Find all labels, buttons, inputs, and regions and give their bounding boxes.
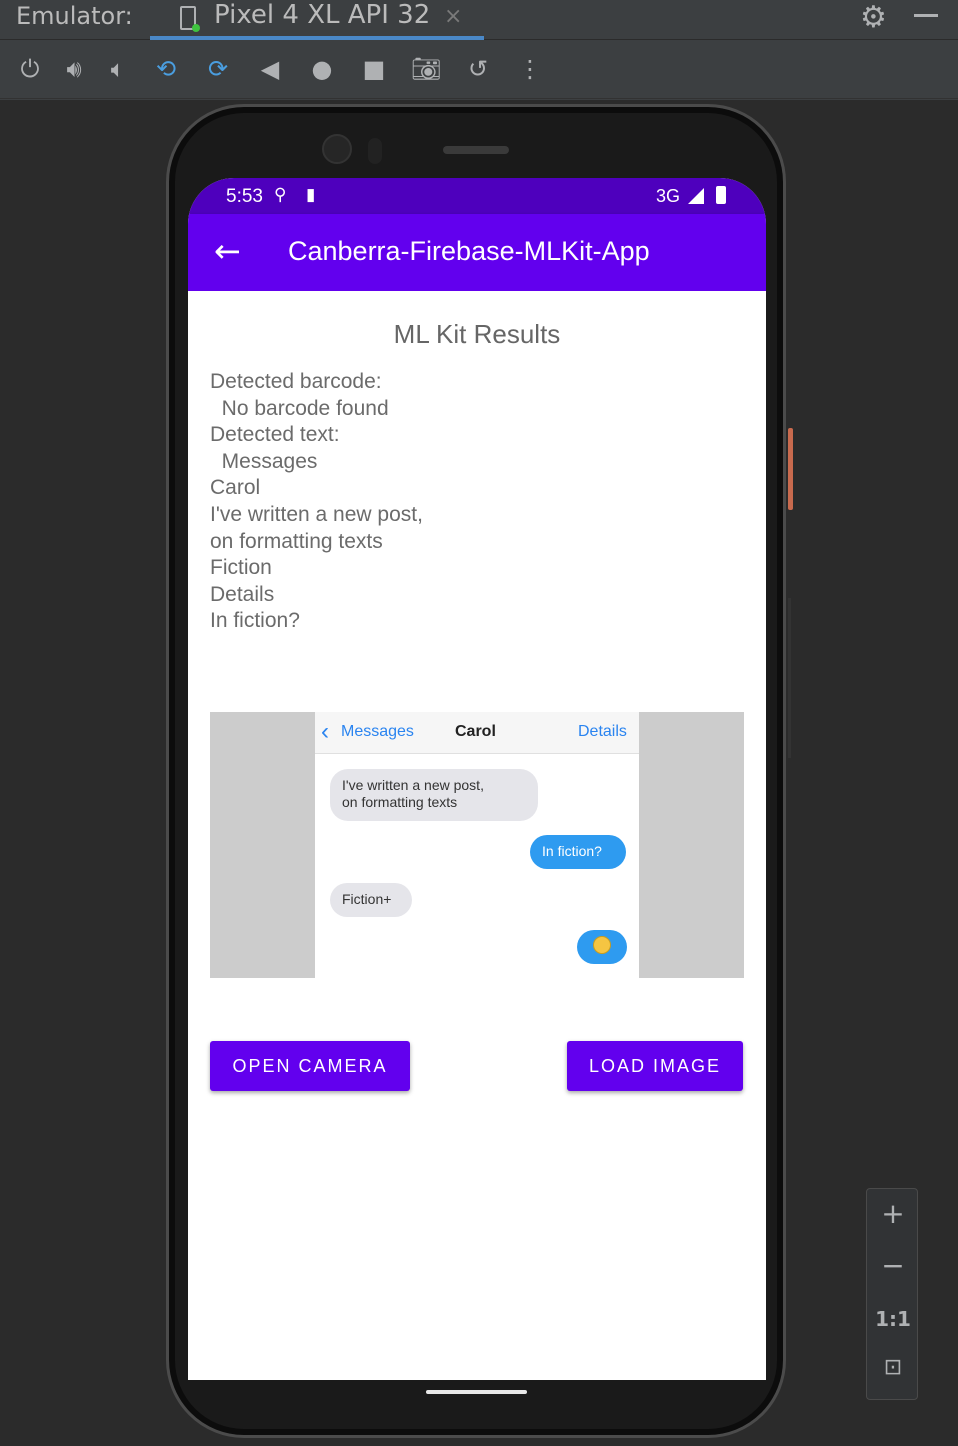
chevron-left-icon: ‹ bbox=[321, 718, 329, 745]
chat-details-label: Details bbox=[578, 723, 627, 740]
zoom-controls: + − 1:1 ⊡ bbox=[866, 1188, 918, 1400]
chat-header: ‹ Messages Carol Details bbox=[315, 712, 639, 754]
volume-down-icon[interactable]: 🔈︎ bbox=[102, 51, 134, 87]
home-icon[interactable]: ● bbox=[306, 51, 338, 87]
power-icon[interactable]: ⏻ bbox=[14, 51, 46, 87]
status-time: 5:53 bbox=[226, 186, 263, 207]
rotate-right-icon[interactable]: ⟳ bbox=[202, 51, 234, 87]
running-indicator bbox=[192, 24, 200, 32]
sd-card-icon: ▮ bbox=[306, 185, 316, 204]
volume-up-icon[interactable]: 🔊︎ bbox=[58, 51, 90, 87]
gear-icon[interactable]: ⚙ bbox=[860, 0, 887, 35]
zoom-in-button[interactable]: + bbox=[867, 1197, 919, 1230]
emulator-toolbar: ⏻ 🔊︎ 🔈︎ ⟲ ⟳ ◀ ● ■ 📷︎ ↺ ⋮ bbox=[0, 41, 958, 99]
chat-bubble: Fiction+ bbox=[330, 883, 412, 917]
smiley-icon bbox=[593, 936, 611, 954]
notification-icon: ⚲ bbox=[274, 185, 287, 204]
back-arrow-icon[interactable]: ← bbox=[214, 232, 241, 270]
emulator-label: Emulator: bbox=[16, 2, 133, 30]
screenshot-icon[interactable]: 📷︎ bbox=[410, 51, 442, 87]
app-bar: ← Canberra-Firebase-MLKit-App bbox=[188, 214, 766, 291]
sensor bbox=[368, 138, 382, 164]
overview-icon[interactable]: ■ bbox=[358, 51, 390, 87]
device-screen: 5:53 ⚲ ▮ 3G ← Canberra-Firebase-MLKit-Ap… bbox=[188, 178, 766, 1380]
zoom-actual-size-button[interactable]: 1:1 bbox=[867, 1307, 919, 1331]
gesture-nav-handle[interactable] bbox=[426, 1390, 527, 1394]
snapshot-icon[interactable]: ↺ bbox=[462, 51, 494, 87]
status-bar: 5:53 ⚲ ▮ 3G bbox=[188, 178, 766, 214]
earpiece-speaker bbox=[443, 146, 509, 154]
more-icon[interactable]: ⋮ bbox=[514, 51, 546, 87]
active-tab-indicator bbox=[150, 36, 484, 40]
results-title: ML Kit Results bbox=[393, 319, 561, 349]
device-icon bbox=[180, 6, 200, 32]
power-button[interactable] bbox=[788, 428, 793, 510]
chat-screenshot: ‹ Messages Carol Details I've written a … bbox=[315, 712, 639, 978]
chat-bubble: I've written a new post, on formatting t… bbox=[330, 769, 538, 821]
chat-bubble: In fiction? bbox=[530, 835, 626, 869]
battery-icon bbox=[716, 186, 726, 204]
chat-back-label: Messages bbox=[341, 723, 414, 740]
zoom-fit-icon[interactable]: ⊡ bbox=[867, 1355, 919, 1380]
close-icon[interactable]: × bbox=[444, 4, 462, 29]
load-image-button[interactable]: LOAD IMAGE bbox=[567, 1041, 743, 1091]
signal-icon bbox=[688, 188, 704, 204]
volume-rocker[interactable] bbox=[788, 598, 791, 758]
front-camera bbox=[322, 134, 352, 164]
results-text: Detected barcode: No barcode found Detec… bbox=[210, 370, 423, 633]
app-title: Canberra-Firebase-MLKit-App bbox=[288, 236, 650, 266]
image-preview: ‹ Messages Carol Details I've written a … bbox=[210, 712, 744, 978]
back-icon[interactable]: ◀ bbox=[254, 51, 286, 87]
device-tab-title: Pixel 4 XL API 32 bbox=[214, 0, 431, 30]
device-tab[interactable]: Pixel 4 XL API 32 × bbox=[150, 0, 484, 40]
zoom-out-button[interactable]: − bbox=[867, 1249, 919, 1282]
chat-bubble-emoji bbox=[577, 930, 627, 964]
network-type: 3G bbox=[656, 186, 681, 206]
rotate-left-icon[interactable]: ⟲ bbox=[150, 51, 182, 87]
emulator-tabbar: Emulator: Pixel 4 XL API 32 × ⚙ bbox=[0, 0, 958, 40]
open-camera-button[interactable]: OPEN CAMERA bbox=[210, 1041, 410, 1091]
minimize-icon[interactable] bbox=[914, 14, 938, 17]
chat-contact-name: Carol bbox=[455, 723, 496, 740]
app-content: ML Kit Results Detected barcode: No barc… bbox=[188, 291, 766, 1380]
